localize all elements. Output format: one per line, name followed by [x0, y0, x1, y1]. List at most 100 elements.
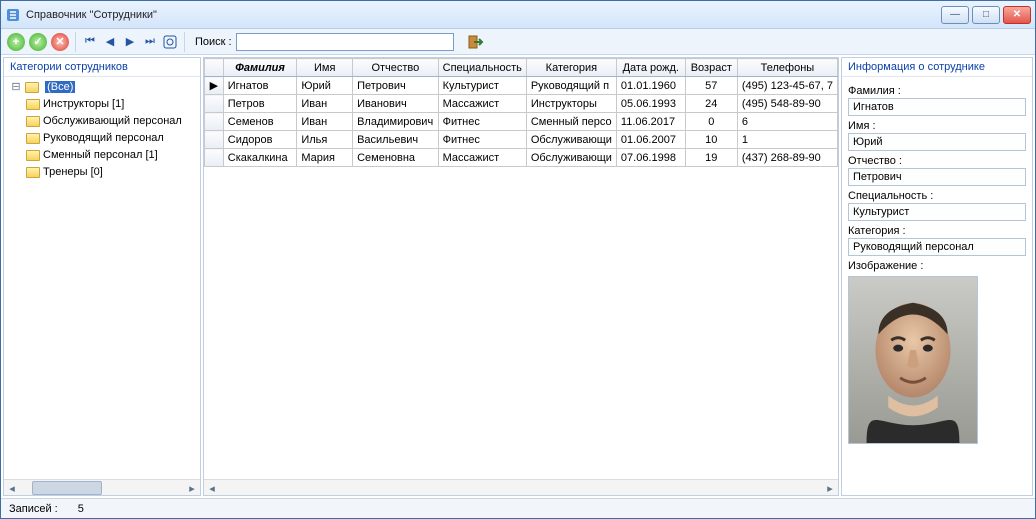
table-row[interactable]: ПетровИванИвановичМассажистИнструкторы05… [205, 95, 838, 113]
table-row[interactable]: СкакалкинаМарияСеменовнаМассажистОбслужи… [205, 149, 838, 167]
cell[interactable]: Петрович [353, 77, 439, 95]
info-panel: Информация о сотруднике Фамилия : Игнато… [841, 57, 1033, 496]
folder-icon [25, 82, 39, 93]
value-speciality: Культурист [848, 203, 1026, 221]
table-row[interactable]: СеменовИванВладимировичФитнесСменный пер… [205, 113, 838, 131]
separator [184, 32, 185, 52]
last-record-button[interactable]: ⏭ [142, 34, 158, 50]
window-title: Справочник "Сотрудники" [26, 9, 941, 21]
cell[interactable]: (495) 548-89-90 [737, 95, 837, 113]
cell[interactable]: 1 [737, 131, 837, 149]
cell[interactable]: Фитнес [438, 113, 526, 131]
cell[interactable]: Иван [297, 113, 353, 131]
col-phones[interactable]: Телефоны [737, 59, 837, 77]
exit-icon[interactable] [468, 34, 484, 50]
col-birthdate[interactable]: Дата рожд. [616, 59, 685, 77]
scroll-thumb[interactable] [32, 481, 102, 495]
tree-item-label: Инструкторы [1] [43, 98, 124, 110]
refresh-button[interactable] [162, 34, 178, 50]
tree-root[interactable]: ⊟ (Все) Инструкторы [1] Обслуживающий пе… [10, 79, 196, 181]
minimize-button[interactable]: — [941, 6, 969, 24]
tree-item[interactable]: Инструкторы [1] [26, 96, 196, 113]
cell[interactable]: Семеновна [353, 149, 439, 167]
cell[interactable]: 19 [685, 149, 737, 167]
collapse-icon[interactable]: ⊟ [10, 79, 22, 96]
delete-button[interactable]: ✕ [51, 33, 69, 51]
scroll-right-icon[interactable]: ▸ [184, 480, 200, 496]
col-age[interactable]: Возраст [685, 59, 737, 77]
info-body: Фамилия : Игнатов Имя : Юрий Отчество : … [842, 77, 1032, 495]
cell[interactable]: Илья [297, 131, 353, 149]
col-category[interactable]: Категория [526, 59, 616, 77]
row-indicator [205, 113, 224, 131]
prev-record-button[interactable]: ◀ [102, 34, 118, 50]
scroll-left-icon[interactable]: ◂ [204, 480, 220, 496]
col-surname[interactable]: Фамилия [223, 59, 297, 77]
next-record-button[interactable]: ▶ [122, 34, 138, 50]
cell[interactable]: 0 [685, 113, 737, 131]
cell[interactable]: Семенов [223, 113, 297, 131]
value-name: Юрий [848, 133, 1026, 151]
cell[interactable]: Иван [297, 95, 353, 113]
cell[interactable]: 07.06.1998 [616, 149, 685, 167]
cell[interactable]: Васильевич [353, 131, 439, 149]
tree-item[interactable]: Сменный персонал [1] [26, 147, 196, 164]
cell[interactable]: 57 [685, 77, 737, 95]
cell[interactable]: (437) 268-89-90 [737, 149, 837, 167]
folder-icon [26, 150, 40, 161]
confirm-button[interactable]: ✓ [29, 33, 47, 51]
scroll-left-icon[interactable]: ◂ [4, 480, 20, 496]
add-button[interactable]: + [7, 33, 25, 51]
search-input[interactable] [236, 33, 454, 51]
cell[interactable]: Владимирович [353, 113, 439, 131]
status-count: 5 [78, 503, 84, 515]
first-record-button[interactable]: ⏮ [82, 34, 98, 50]
cell[interactable]: 11.06.2017 [616, 113, 685, 131]
col-speciality[interactable]: Специальность [438, 59, 526, 77]
cell[interactable]: 10 [685, 131, 737, 149]
cell[interactable]: 01.01.1960 [616, 77, 685, 95]
col-patronymic[interactable]: Отчество [353, 59, 439, 77]
grid-hscrollbar[interactable]: ◂ ▸ [204, 479, 838, 495]
employee-grid[interactable]: Фамилия Имя Отчество Специальность Катег… [204, 58, 838, 167]
cell[interactable]: Сидоров [223, 131, 297, 149]
cell[interactable]: Скакалкина [223, 149, 297, 167]
grid-panel: Фамилия Имя Отчество Специальность Катег… [203, 57, 839, 496]
table-row[interactable]: СидоровИльяВасильевичФитнесОбслуживающи0… [205, 131, 838, 149]
tree-hscrollbar[interactable]: ◂ ▸ [4, 479, 200, 495]
cell[interactable]: 05.06.1993 [616, 95, 685, 113]
status-bar: Записей : 5 [1, 498, 1035, 518]
cell[interactable]: Юрий [297, 77, 353, 95]
cell[interactable]: Инструкторы [526, 95, 616, 113]
close-button[interactable]: ✕ [1003, 6, 1031, 24]
cell[interactable]: Обслуживающи [526, 149, 616, 167]
cell[interactable]: Обслуживающи [526, 131, 616, 149]
cell[interactable]: Петров [223, 95, 297, 113]
employee-photo [848, 276, 978, 444]
cell[interactable]: Массажист [438, 149, 526, 167]
tree-item[interactable]: Тренеры [0] [26, 164, 196, 181]
scroll-right-icon[interactable]: ▸ [822, 480, 838, 496]
tree-item[interactable]: Обслуживающий персонал [26, 113, 196, 130]
tree-item[interactable]: Руководящий персонал [26, 130, 196, 147]
col-name[interactable]: Имя [297, 59, 353, 77]
table-row[interactable]: ▶ИгнатовЮрийПетровичКультуристРуководящи… [205, 77, 838, 95]
cell[interactable]: (495) 123-45-67, 7 [737, 77, 837, 95]
cell[interactable]: Фитнес [438, 131, 526, 149]
cell[interactable]: Иванович [353, 95, 439, 113]
cell[interactable]: Культурист [438, 77, 526, 95]
row-indicator [205, 95, 224, 113]
tree-item-label: Тренеры [0] [43, 166, 103, 178]
cell[interactable]: 6 [737, 113, 837, 131]
cell[interactable]: 24 [685, 95, 737, 113]
cell[interactable]: Мария [297, 149, 353, 167]
cell[interactable]: Сменный персо [526, 113, 616, 131]
label-patronymic: Отчество : [848, 155, 1026, 167]
category-tree[interactable]: ⊟ (Все) Инструкторы [1] Обслуживающий пе… [4, 77, 200, 479]
tree-root-label[interactable]: (Все) [45, 81, 75, 93]
cell[interactable]: 01.06.2007 [616, 131, 685, 149]
cell[interactable]: Массажист [438, 95, 526, 113]
cell[interactable]: Руководящий п [526, 77, 616, 95]
maximize-button[interactable]: □ [972, 6, 1000, 24]
cell[interactable]: Игнатов [223, 77, 297, 95]
